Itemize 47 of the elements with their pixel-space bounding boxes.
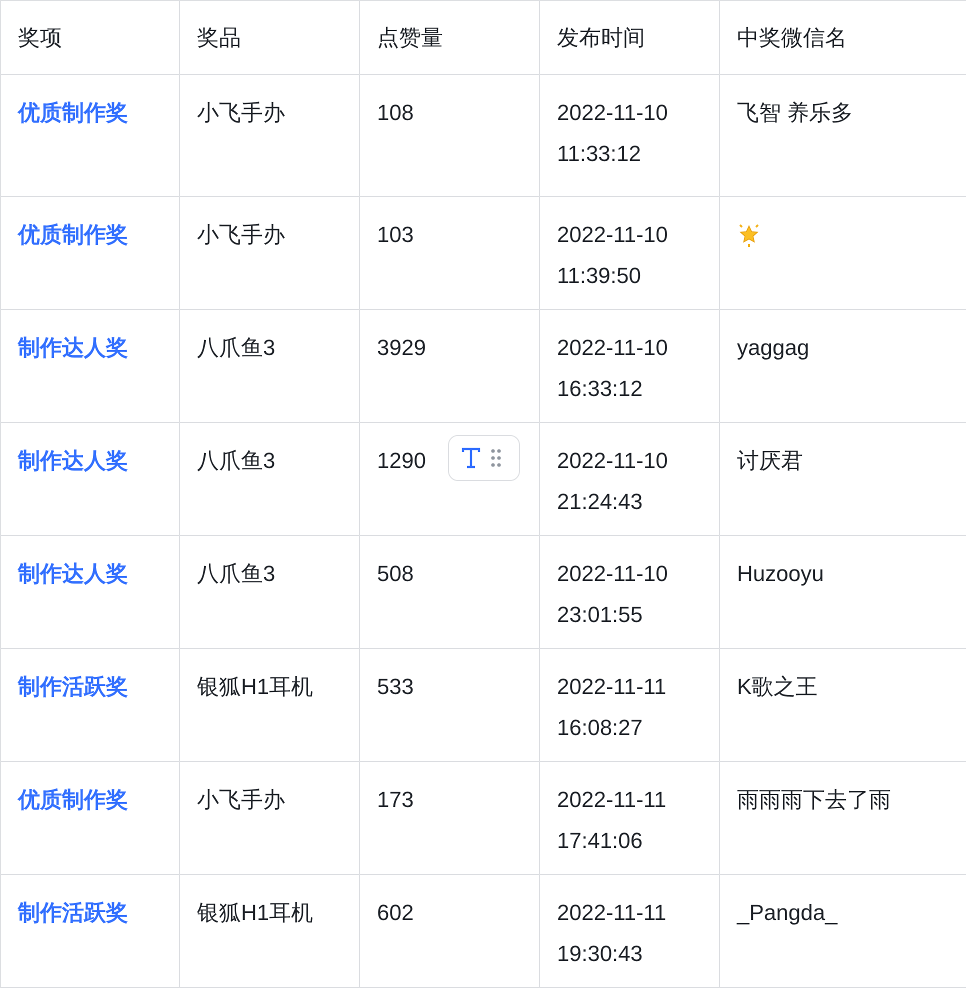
date-text: 2022-11-10 — [557, 221, 669, 249]
column-header: 点赞量 — [377, 24, 444, 52]
cell-text: 173 — [377, 786, 414, 814]
cell-text: 508 — [377, 560, 414, 588]
time-text: 11:33:12 — [557, 140, 642, 168]
time-text: 23:01:55 — [557, 601, 644, 629]
cell-text: 小飞手办 — [197, 99, 286, 127]
cell-text: Huzooyu — [737, 560, 825, 588]
column-header: 奖品 — [197, 24, 242, 52]
date-text: 2022-11-10 — [557, 447, 669, 475]
column-header: 奖项 — [18, 24, 63, 52]
cell-text: 108 — [377, 99, 414, 127]
text-format-icon[interactable] — [460, 447, 481, 469]
cell-text: 602 — [377, 899, 414, 927]
cell-text: 飞智 养乐多 — [737, 99, 854, 127]
cell-text: 八爪鱼3 — [197, 447, 276, 475]
cell-text: K歌之王 — [737, 673, 819, 701]
cell-text: 小飞手办 — [197, 786, 286, 814]
cell-text: 1290 — [377, 447, 426, 475]
time-text: 21:24:43 — [557, 488, 644, 516]
column-header: 中奖微信名 — [737, 24, 848, 52]
cell-text: 讨厌君 — [737, 447, 804, 475]
date-text: 2022-11-11 — [557, 786, 668, 814]
cell-text: 银狐H1耳机 — [197, 673, 314, 701]
cell-text: 雨雨雨下去了雨 — [737, 786, 892, 814]
cell-text: yaggag — [737, 334, 810, 362]
cell-text: 533 — [377, 673, 414, 701]
date-text: 2022-11-11 — [557, 673, 668, 701]
date-text: 2022-11-10 — [557, 99, 669, 127]
cell-text: 八爪鱼3 — [197, 334, 276, 362]
cell-text: 103 — [377, 221, 414, 249]
date-text: 2022-11-10 — [557, 334, 669, 362]
drag-handle-icon[interactable] — [490, 449, 501, 467]
cell-text: 小飞手办 — [197, 221, 286, 249]
time-text: 19:30:43 — [557, 940, 644, 968]
time-text: 17:41:06 — [557, 827, 644, 855]
date-text: 2022-11-11 — [557, 899, 668, 927]
cell-text: _Pangda_ — [737, 899, 839, 927]
cell-text: 3929 — [377, 334, 426, 362]
column-header: 发布时间 — [557, 24, 646, 52]
cell-text: 八爪鱼3 — [197, 560, 276, 588]
cell-text: 银狐H1耳机 — [197, 899, 314, 927]
date-text: 2022-11-10 — [557, 560, 669, 588]
time-text: 16:33:12 — [557, 375, 644, 403]
time-text: 16:08:27 — [557, 714, 644, 742]
star-icon — [737, 222, 761, 248]
time-text: 11:39:50 — [557, 262, 642, 290]
